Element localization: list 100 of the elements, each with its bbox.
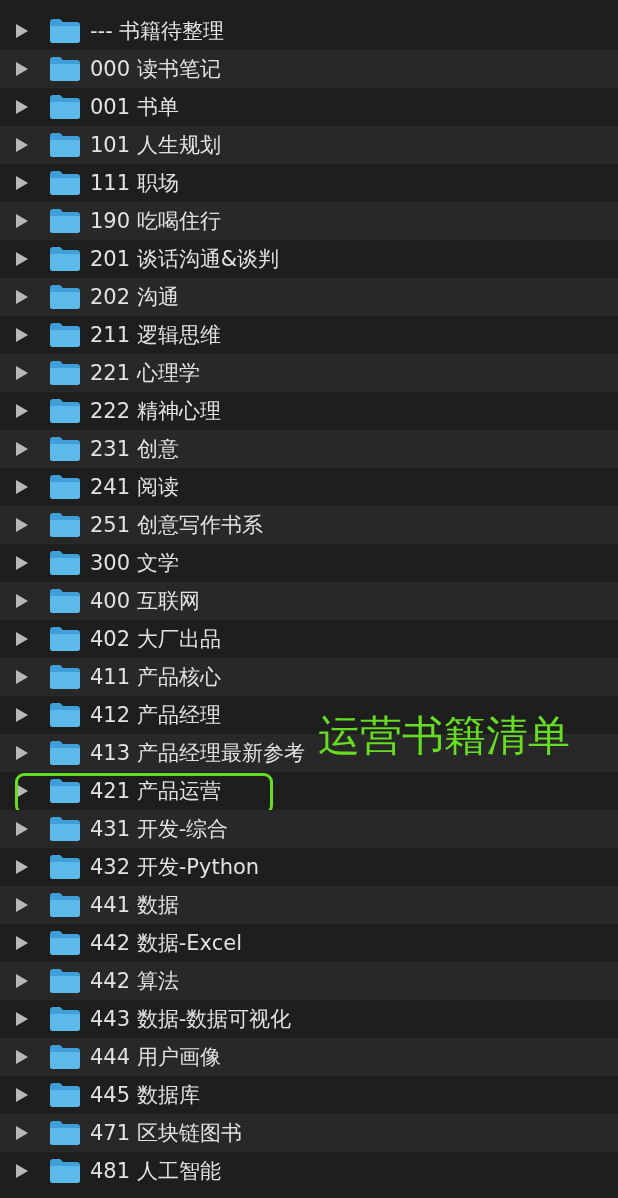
folder-icon xyxy=(49,170,81,196)
folder-row[interactable]: 251 创意写作书系 xyxy=(0,506,618,544)
disclosure-triangle-icon[interactable] xyxy=(15,137,29,153)
disclosure-triangle-icon[interactable] xyxy=(15,517,29,533)
folder-name[interactable]: 231 创意 xyxy=(90,435,179,463)
folder-name[interactable]: 443 数据-数据可视化 xyxy=(90,1005,292,1033)
folder-icon xyxy=(49,816,81,842)
folder-icon xyxy=(49,398,81,424)
disclosure-triangle-icon[interactable] xyxy=(15,1011,29,1027)
disclosure-triangle-icon[interactable] xyxy=(15,61,29,77)
folder-name[interactable]: 190 吃喝住行 xyxy=(90,207,221,235)
disclosure-triangle-icon[interactable] xyxy=(15,1049,29,1065)
folder-icon xyxy=(49,778,81,804)
folder-icon xyxy=(49,1044,81,1070)
disclosure-triangle-icon[interactable] xyxy=(15,631,29,647)
disclosure-triangle-icon[interactable] xyxy=(15,897,29,913)
folder-row[interactable]: 431 开发-综合 xyxy=(0,810,618,848)
folder-icon xyxy=(49,360,81,386)
disclosure-triangle-icon[interactable] xyxy=(15,479,29,495)
disclosure-triangle-icon[interactable] xyxy=(15,593,29,609)
folder-name[interactable]: 101 人生规划 xyxy=(90,131,221,159)
folder-icon xyxy=(49,892,81,918)
folder-icon xyxy=(49,1006,81,1032)
folder-row[interactable]: 101 人生规划 xyxy=(0,126,618,164)
folder-row[interactable]: 231 创意 xyxy=(0,430,618,468)
folder-name[interactable]: 441 数据 xyxy=(90,891,179,919)
disclosure-triangle-icon[interactable] xyxy=(15,403,29,419)
disclosure-triangle-icon[interactable] xyxy=(15,251,29,267)
folder-row[interactable]: 441 数据 xyxy=(0,886,618,924)
folder-row[interactable]: 471 区块链图书 xyxy=(0,1114,618,1152)
disclosure-triangle-icon[interactable] xyxy=(15,859,29,875)
folder-name[interactable]: 413 产品经理最新参考 xyxy=(90,739,305,767)
folder-row[interactable]: 442 算法 xyxy=(0,962,618,1000)
folder-name[interactable]: 300 文学 xyxy=(90,549,179,577)
folder-row[interactable]: 190 吃喝住行 xyxy=(0,202,618,240)
disclosure-triangle-icon[interactable] xyxy=(15,365,29,381)
folder-icon xyxy=(49,854,81,880)
disclosure-triangle-icon[interactable] xyxy=(15,745,29,761)
folder-icon xyxy=(49,740,81,766)
folder-icon xyxy=(49,436,81,462)
folder-icon xyxy=(49,1120,81,1146)
disclosure-triangle-icon[interactable] xyxy=(15,213,29,229)
folder-name[interactable]: 471 区块链图书 xyxy=(90,1119,242,1147)
disclosure-triangle-icon[interactable] xyxy=(15,1163,29,1179)
folder-icon xyxy=(49,56,81,82)
folder-icon xyxy=(49,1158,81,1184)
disclosure-triangle-icon[interactable] xyxy=(15,441,29,457)
folder-row[interactable]: 221 心理学 xyxy=(0,354,618,392)
disclosure-triangle-icon[interactable] xyxy=(15,935,29,951)
folder-name[interactable]: 442 数据-Excel xyxy=(90,929,242,957)
folder-name[interactable]: 444 用户画像 xyxy=(90,1043,221,1071)
folder-icon xyxy=(49,284,81,310)
folder-row[interactable]: 411 产品核心 xyxy=(0,658,618,696)
folder-name[interactable]: 431 开发-综合 xyxy=(90,815,229,843)
disclosure-triangle-icon[interactable] xyxy=(15,555,29,571)
folder-name[interactable]: 481 人工智能 xyxy=(90,1157,221,1185)
folder-name[interactable]: 411 产品核心 xyxy=(90,663,221,691)
folder-row[interactable]: 444 用户画像 xyxy=(0,1038,618,1076)
folder-row[interactable]: 000 读书笔记 xyxy=(0,50,618,88)
disclosure-triangle-icon[interactable] xyxy=(15,783,29,799)
folder-name[interactable]: 402 大厂出品 xyxy=(90,625,221,653)
disclosure-triangle-icon[interactable] xyxy=(15,327,29,343)
folder-icon xyxy=(49,1082,81,1108)
folder-name[interactable]: --- 书籍待整理 xyxy=(90,17,225,45)
folder-name[interactable]: 222 精神心理 xyxy=(90,397,221,425)
folder-icon xyxy=(49,968,81,994)
folder-icon xyxy=(49,512,81,538)
folder-icon xyxy=(49,94,81,120)
folder-name[interactable]: 001 书单 xyxy=(90,93,179,121)
disclosure-triangle-icon[interactable] xyxy=(15,821,29,837)
disclosure-triangle-icon[interactable] xyxy=(15,973,29,989)
disclosure-triangle-icon[interactable] xyxy=(15,99,29,115)
folder-name[interactable]: 201 谈话沟通&谈判 xyxy=(90,245,280,273)
disclosure-triangle-icon[interactable] xyxy=(15,1087,29,1103)
folder-name[interactable]: 241 阅读 xyxy=(90,473,179,501)
folder-row[interactable]: 202 沟通 xyxy=(0,278,618,316)
folder-icon xyxy=(49,626,81,652)
folder-icon xyxy=(49,18,81,44)
disclosure-triangle-icon[interactable] xyxy=(15,175,29,191)
folder-name[interactable]: 202 沟通 xyxy=(90,283,179,311)
folder-row[interactable]: 400 互联网 xyxy=(0,582,618,620)
folder-name[interactable]: 421 产品运营 xyxy=(90,777,221,805)
folder-name[interactable]: 445 数据库 xyxy=(90,1081,200,1109)
folder-name[interactable]: 251 创意写作书系 xyxy=(90,511,263,539)
disclosure-triangle-icon[interactable] xyxy=(15,669,29,685)
folder-name[interactable]: 412 产品经理 xyxy=(90,701,221,729)
disclosure-triangle-icon[interactable] xyxy=(15,707,29,723)
folder-name[interactable]: 211 逻辑思维 xyxy=(90,321,221,349)
folder-name[interactable]: 442 算法 xyxy=(90,967,179,995)
folder-icon xyxy=(49,930,81,956)
disclosure-triangle-icon[interactable] xyxy=(15,289,29,305)
folder-name[interactable]: 400 互联网 xyxy=(90,587,200,615)
folder-icon xyxy=(49,132,81,158)
folder-name[interactable]: 221 心理学 xyxy=(90,359,200,387)
folder-icon xyxy=(49,322,81,348)
folder-name[interactable]: 000 读书笔记 xyxy=(90,55,221,83)
disclosure-triangle-icon[interactable] xyxy=(15,23,29,39)
folder-name[interactable]: 432 开发-Python xyxy=(90,853,260,881)
folder-name[interactable]: 111 职场 xyxy=(90,169,179,197)
disclosure-triangle-icon[interactable] xyxy=(15,1125,29,1141)
